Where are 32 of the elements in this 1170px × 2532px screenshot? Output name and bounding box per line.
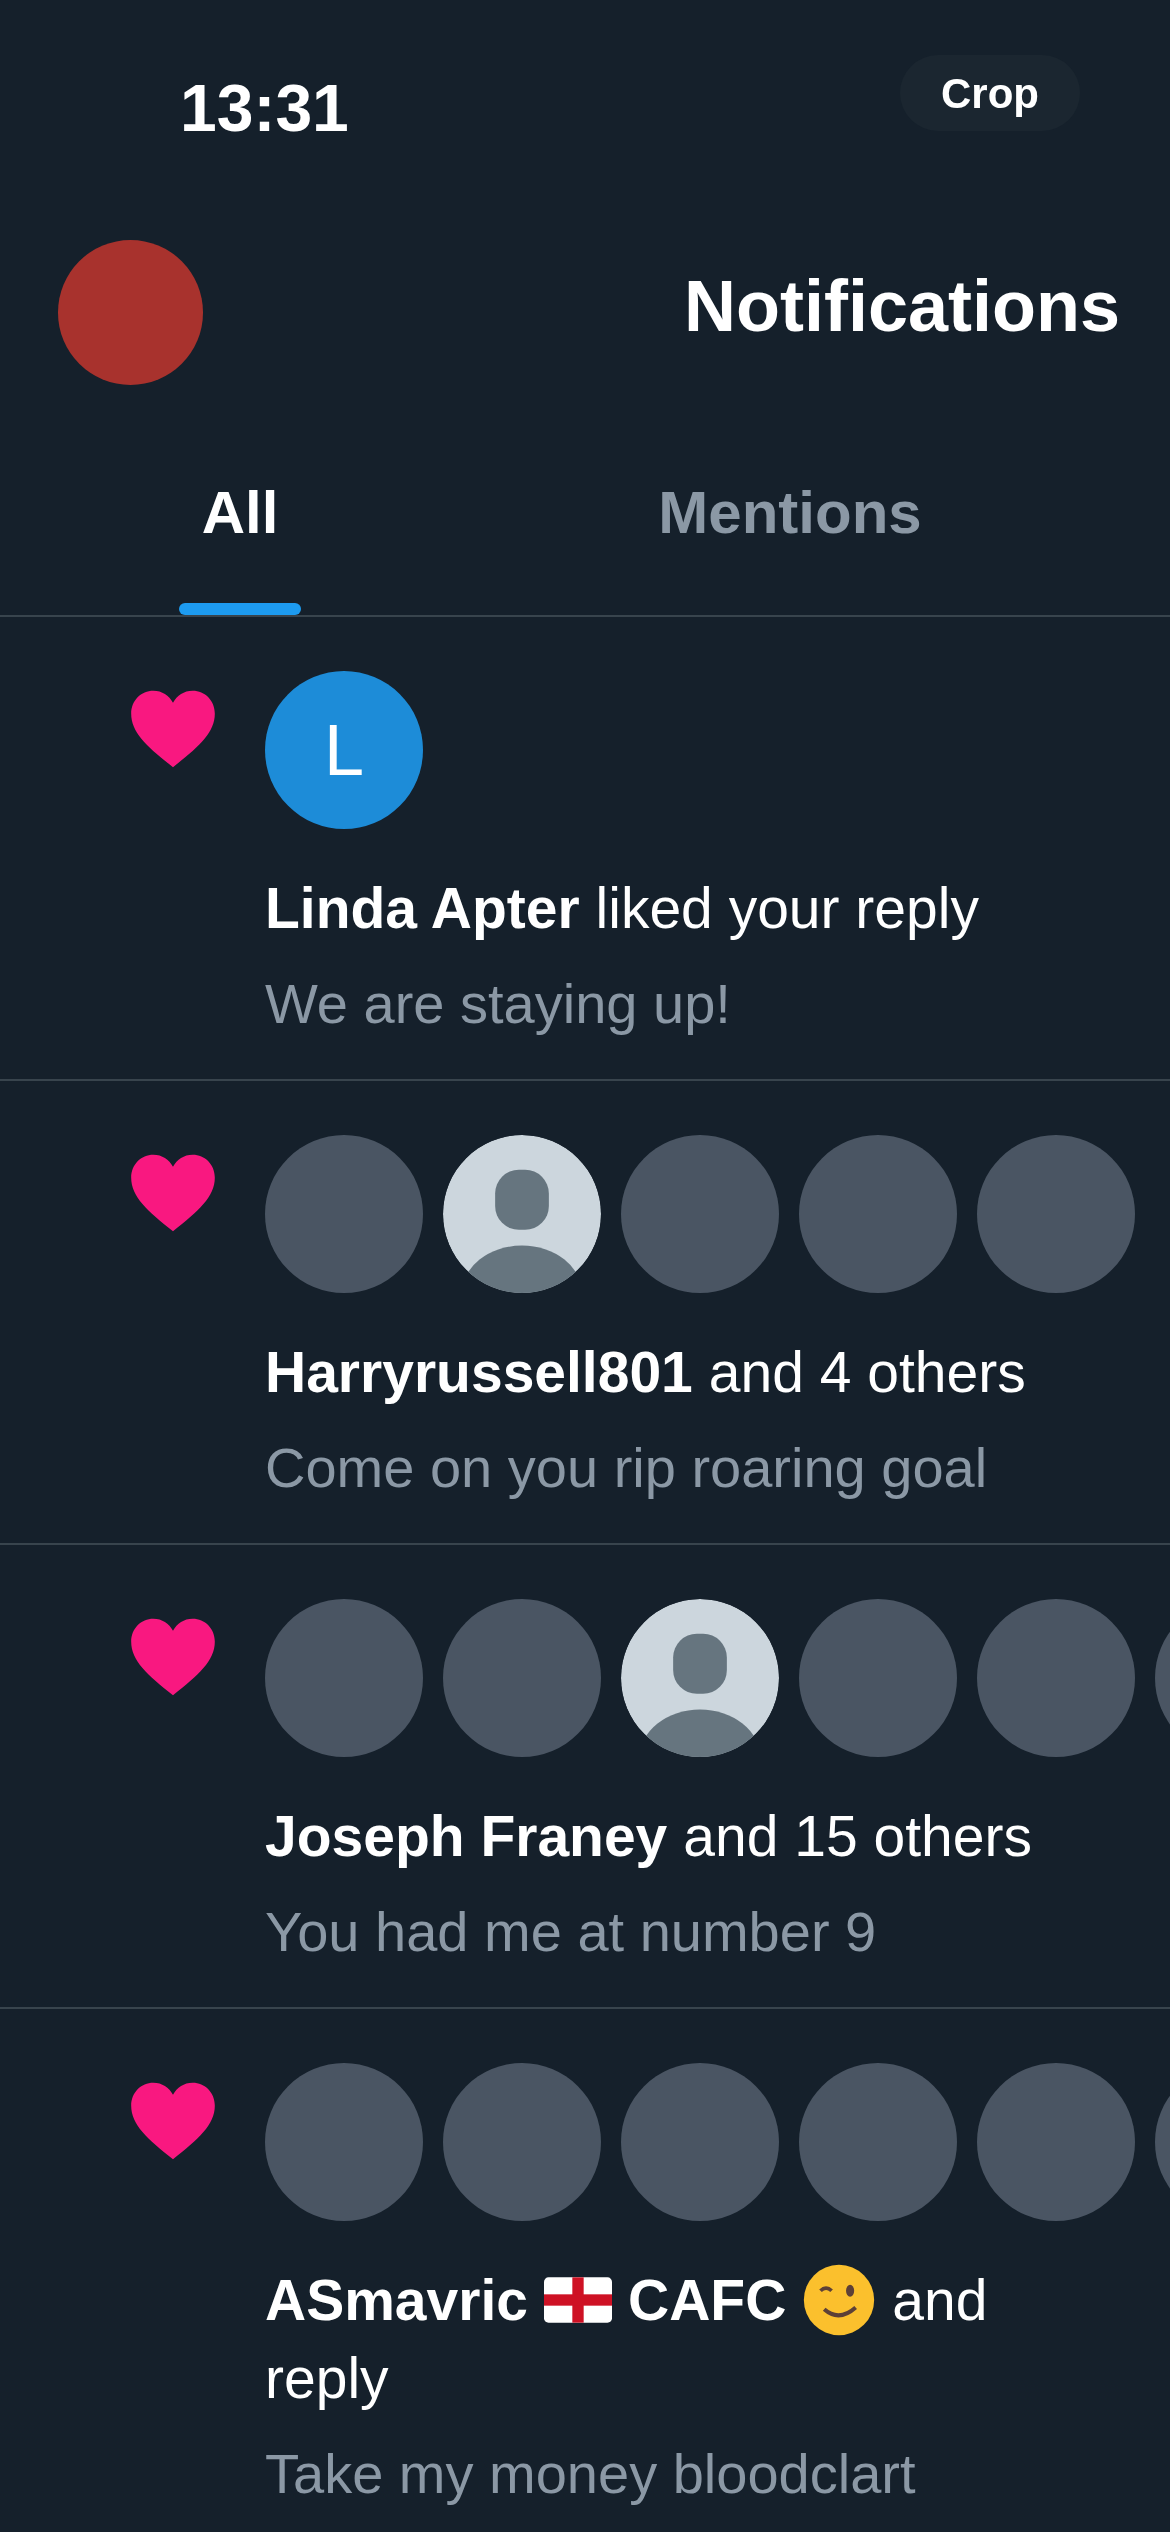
default-avatar-icon[interactable] (621, 1599, 779, 1757)
notification-text: and 4 others (708, 1339, 1026, 1406)
notification-item[interactable]: Joseph Franey and 15 others You had me at number 9 (0, 1545, 1170, 2009)
heart-icon (128, 689, 218, 769)
user-name[interactable]: CAFC (628, 2261, 787, 2339)
user-name[interactable]: Harryrussell801 (265, 1333, 693, 1411)
reply-preview: We are staying up! (265, 971, 732, 1037)
notification-item[interactable]: Harryrussell801 and 4 others Come on you rip roaring goal (0, 1081, 1170, 1545)
crop-button[interactable]: Crop (900, 55, 1080, 131)
user-name[interactable]: ASmavric (265, 2261, 528, 2339)
letter-avatar[interactable]: L (265, 671, 423, 829)
page-title: Notifications (684, 265, 1120, 348)
notification-item[interactable]: ASmavric CAFC and reply Take my money bloodclart (0, 2009, 1170, 2532)
notification-text: reply (265, 2345, 390, 2412)
reply-preview: You had me at number 9 (265, 1899, 878, 1965)
heart-icon (128, 2081, 218, 2161)
notification-text: and 15 others (683, 1803, 1032, 1870)
tab[interactable]: All (0, 395, 480, 615)
heart-icon (128, 1153, 218, 1233)
reply-preview: Take my money bloodclart (265, 2441, 917, 2507)
default-avatar-icon[interactable] (443, 1135, 601, 1293)
reply-preview: Come on you rip roaring goal (265, 1435, 989, 1501)
heart-icon (128, 1617, 218, 1697)
user-name[interactable]: Joseph Franey (265, 1797, 668, 1875)
user-name[interactable]: Linda Apter (265, 869, 580, 947)
winking-face-icon (802, 2263, 877, 2337)
status-time: 13:31 (180, 75, 349, 141)
tab[interactable]: Mentions (480, 395, 1100, 615)
notification-text: liked your reply (595, 875, 979, 942)
notification-text: and (892, 2267, 988, 2334)
flag-icon (544, 2277, 612, 2323)
notification-item[interactable]: L Linda Apter liked your reply We are staying up! (0, 617, 1170, 1081)
